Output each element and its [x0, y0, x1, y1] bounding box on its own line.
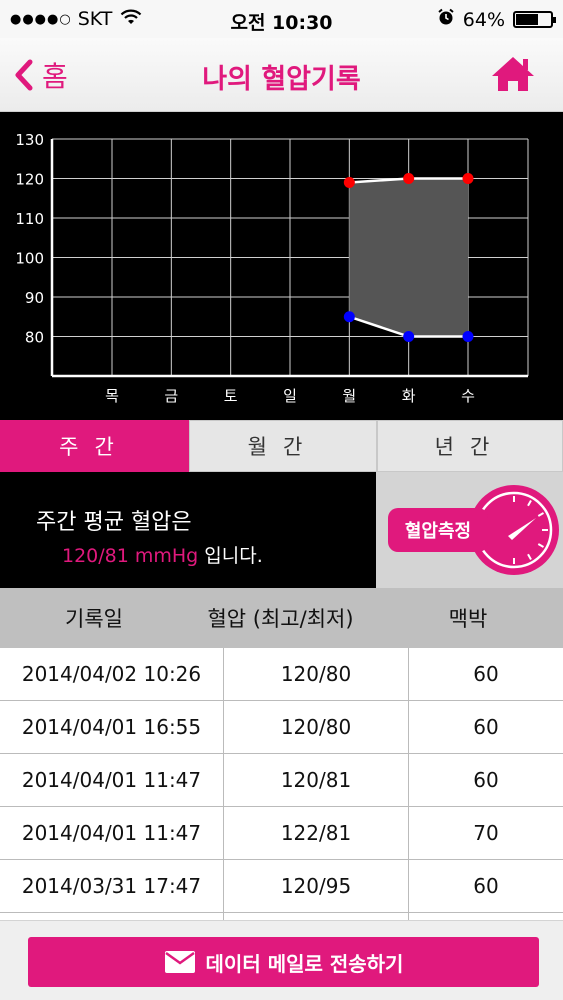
diastolic-point [343, 311, 355, 323]
battery-icon [513, 11, 556, 28]
column-header-date: 기록일 [65, 607, 123, 631]
y-tick-label: 80 [25, 329, 44, 347]
average-text: 120/81 mmHg 입니다. [62, 541, 263, 568]
tab-yearly[interactable]: 년간 [377, 420, 563, 472]
table-row[interactable]: 2014/04/01 11:47 122/81 70 [0, 806, 563, 860]
record-pulse: 70 [473, 821, 499, 845]
y-tick-label: 120 [15, 171, 44, 189]
record-pressure: 120/80 [224, 648, 409, 701]
record-date: 2014/04/01 16:55 [0, 700, 224, 754]
measure-panel: 혈압측정 [376, 472, 563, 588]
y-tick-label: 110 [15, 210, 44, 228]
diastolic-point [403, 331, 415, 342]
systolic-point [462, 173, 474, 184]
y-tick-label: 130 [15, 131, 44, 149]
table-header: 기록일 혈압 (최고/최저) 맥박 [0, 588, 563, 648]
battery-percent: 64% [462, 8, 505, 31]
record-date: 2014/04/01 11:47 [0, 753, 224, 807]
table-row[interactable]: 2014/04/01 11:47 120/81 60 [0, 753, 563, 807]
record-pulse: 60 [473, 715, 499, 739]
record-pressure: 120/81 [224, 753, 409, 807]
average-panel: 주간 평균 혈압은 120/81 mmHg 입니다. [0, 472, 376, 588]
record-pressure: 122/81 [224, 806, 409, 860]
column-header-pressure: 혈압 (최고/최저) [207, 607, 354, 631]
record-date: 2014/04/01 11:47 [0, 806, 224, 860]
y-tick-label: 100 [15, 250, 44, 268]
home-icon [492, 57, 534, 91]
systolic-point [343, 176, 355, 188]
x-tick-label: 목 [105, 387, 119, 405]
records-table[interactable]: 2014/04/02 10:26 120/80 60 2014/04/01 16… [0, 648, 563, 920]
table-row[interactable]: 2014/04/01 16:55 120/80 60 [0, 700, 563, 754]
record-pressure: 120/80 [224, 700, 409, 754]
average-value: 120/81 mmHg [62, 545, 199, 567]
diastolic-point [462, 331, 474, 342]
period-tabs: 주간 월간 년간 [0, 420, 563, 472]
alarm-icon [437, 8, 455, 31]
record-date: 2014/04/02 10:26 [0, 648, 224, 701]
column-header-pulse: 맥박 [448, 607, 488, 631]
x-tick-label: 수 [461, 387, 475, 405]
table-row[interactable]: 2014/04/02 10:26 120/80 60 [0, 648, 563, 701]
bottom-bar: 데이터 메일로 전송하기 [0, 920, 563, 1000]
y-tick-label: 90 [25, 289, 44, 307]
x-tick-label: 월 [342, 387, 356, 405]
x-tick-label: 토 [224, 387, 238, 405]
page-title: 나의 혈압기록 [202, 64, 361, 95]
systolic-point [403, 173, 415, 184]
pressure-range-band [349, 178, 468, 337]
blood-pressure-chart: 80 90 100 110 120 130 목 금 토 일 월 화 수 [0, 112, 563, 420]
status-bar: ●●●●○ SKT 오전 10:30 64% [0, 0, 563, 38]
send-email-button[interactable]: 데이터 메일로 전송하기 [28, 937, 539, 987]
table-row-partial [0, 912, 563, 920]
record-pulse: 60 [473, 662, 499, 686]
x-tick-label: 금 [164, 387, 178, 405]
table-row[interactable]: 2014/03/31 17:47 120/95 60 [0, 859, 563, 913]
record-pulse: 60 [473, 874, 499, 898]
home-button[interactable] [489, 54, 537, 98]
navigation-bar: 홈 나의 혈압기록 [0, 38, 563, 112]
x-tick-label: 화 [402, 387, 416, 405]
average-suffix: 입니다. [198, 545, 263, 567]
record-pulse: 60 [473, 768, 499, 792]
tab-monthly[interactable]: 월간 [189, 420, 377, 472]
record-date: 2014/03/31 17:47 [0, 859, 224, 913]
average-heading: 주간 평균 혈압은 [36, 510, 192, 535]
mail-icon [164, 951, 195, 973]
chart-svg: 80 90 100 110 120 130 목 금 토 일 월 화 수 [15, 131, 529, 405]
measure-button[interactable]: 혈압측정 [388, 508, 488, 552]
send-email-label: 데이터 메일로 전송하기 [205, 951, 404, 976]
record-pressure: 120/95 [224, 859, 409, 913]
x-tick-label: 일 [283, 387, 297, 405]
tab-weekly[interactable]: 주간 [0, 420, 189, 472]
